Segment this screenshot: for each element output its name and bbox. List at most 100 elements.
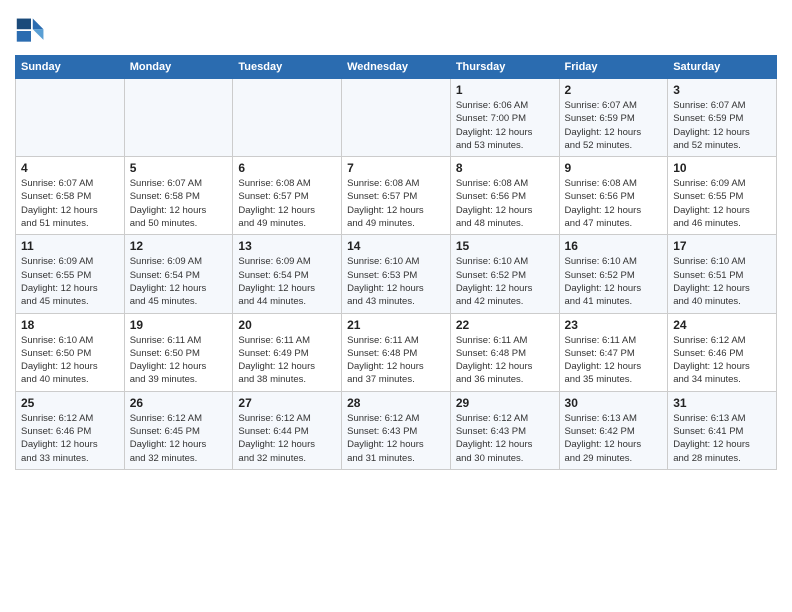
day-cell: 11 Sunrise: 6:09 AMSunset: 6:55 PMDayligh… xyxy=(16,235,125,313)
day-number: 8 xyxy=(456,161,554,175)
day-info: Sunrise: 6:12 AMSunset: 6:43 PMDaylight:… xyxy=(347,412,445,465)
week-row-4: 18Sunrise: 6:10 AMSunset: 6:50 PMDayligh… xyxy=(16,313,777,391)
day-number: 13 xyxy=(238,239,336,253)
week-row-5: 25 Sunrise: 6:12 AMSunset: 6:46 PMDayligh… xyxy=(16,391,777,469)
day-cell xyxy=(16,79,125,157)
day-info: Sunrise: 6:09 AMSunset: 6:54 PMDaylight:… xyxy=(130,255,228,308)
day-cell: 31 Sunrise: 6:13 AMSunset: 6:41 PMDayligh… xyxy=(668,391,777,469)
day-info: Sunrise: 6:13 AMSunset: 6:42 PMDaylight:… xyxy=(565,412,663,465)
day-number: 27 xyxy=(238,396,336,410)
day-info: Sunrise: 6:06 AMSunset: 7:00 PMDaylight:… xyxy=(456,99,554,152)
weekday-header-row: SundayMondayTuesdayWednesdayThursdayFrid… xyxy=(16,56,777,79)
day-info: Sunrise: 6:07 AMSunset: 6:59 PMDaylight:… xyxy=(673,99,771,152)
day-info: Sunrise: 6:09 AMSunset: 6:55 PMDaylight:… xyxy=(673,177,771,230)
day-cell: 3 Sunrise: 6:07 AMSunset: 6:59 PMDaylight… xyxy=(668,79,777,157)
day-cell: 19Sunrise: 6:11 AMSunset: 6:50 PMDayligh… xyxy=(124,313,233,391)
weekday-header-wednesday: Wednesday xyxy=(342,56,451,79)
day-number: 22 xyxy=(456,318,554,332)
day-info: Sunrise: 6:08 AMSunset: 6:57 PMDaylight:… xyxy=(347,177,445,230)
day-cell: 10 Sunrise: 6:09 AMSunset: 6:55 PMDayligh… xyxy=(668,157,777,235)
logo-icon xyxy=(15,15,47,47)
day-cell: 9 Sunrise: 6:08 AMSunset: 6:56 PMDaylight… xyxy=(559,157,668,235)
day-number: 26 xyxy=(130,396,228,410)
day-cell: 2Sunrise: 6:07 AMSunset: 6:59 PMDaylight… xyxy=(559,79,668,157)
day-number: 11 xyxy=(21,239,119,253)
header xyxy=(15,10,777,47)
day-number: 24 xyxy=(673,318,771,332)
day-info: Sunrise: 6:11 AMSunset: 6:47 PMDaylight:… xyxy=(565,334,663,387)
day-cell: 27 Sunrise: 6:12 AMSunset: 6:44 PMDayligh… xyxy=(233,391,342,469)
day-number: 5 xyxy=(130,161,228,175)
day-info: Sunrise: 6:13 AMSunset: 6:41 PMDaylight:… xyxy=(673,412,771,465)
day-cell: 4 Sunrise: 6:07 AMSunset: 6:58 PMDaylight… xyxy=(16,157,125,235)
day-cell: 22 Sunrise: 6:11 AMSunset: 6:48 PMDayligh… xyxy=(450,313,559,391)
day-cell: 5 Sunrise: 6:07 AMSunset: 6:58 PMDaylight… xyxy=(124,157,233,235)
day-info: Sunrise: 6:10 AMSunset: 6:53 PMDaylight:… xyxy=(347,255,445,308)
day-number: 1 xyxy=(456,83,554,97)
day-number: 18 xyxy=(21,318,119,332)
day-info: Sunrise: 6:12 AMSunset: 6:46 PMDaylight:… xyxy=(21,412,119,465)
day-number: 23 xyxy=(565,318,663,332)
day-info: Sunrise: 6:09 AMSunset: 6:54 PMDaylight:… xyxy=(238,255,336,308)
day-cell xyxy=(233,79,342,157)
weekday-header-monday: Monday xyxy=(124,56,233,79)
weekday-header-tuesday: Tuesday xyxy=(233,56,342,79)
day-cell: 20Sunrise: 6:11 AMSunset: 6:49 PMDayligh… xyxy=(233,313,342,391)
weekday-header-thursday: Thursday xyxy=(450,56,559,79)
day-cell: 12 Sunrise: 6:09 AMSunset: 6:54 PMDayligh… xyxy=(124,235,233,313)
day-cell: 24Sunrise: 6:12 AMSunset: 6:46 PMDayligh… xyxy=(668,313,777,391)
day-cell: 29 Sunrise: 6:12 AMSunset: 6:43 PMDayligh… xyxy=(450,391,559,469)
day-info: Sunrise: 6:11 AMSunset: 6:48 PMDaylight:… xyxy=(347,334,445,387)
day-info: Sunrise: 6:08 AMSunset: 6:56 PMDaylight:… xyxy=(456,177,554,230)
day-cell: 18Sunrise: 6:10 AMSunset: 6:50 PMDayligh… xyxy=(16,313,125,391)
day-number: 21 xyxy=(347,318,445,332)
day-info: Sunrise: 6:08 AMSunset: 6:57 PMDaylight:… xyxy=(238,177,336,230)
day-cell: 15 Sunrise: 6:10 AMSunset: 6:52 PMDayligh… xyxy=(450,235,559,313)
day-number: 28 xyxy=(347,396,445,410)
day-cell: 14Sunrise: 6:10 AMSunset: 6:53 PMDayligh… xyxy=(342,235,451,313)
day-info: Sunrise: 6:11 AMSunset: 6:49 PMDaylight:… xyxy=(238,334,336,387)
day-number: 4 xyxy=(21,161,119,175)
day-number: 17 xyxy=(673,239,771,253)
day-number: 12 xyxy=(130,239,228,253)
calendar-table: SundayMondayTuesdayWednesdayThursdayFrid… xyxy=(15,55,777,470)
day-info: Sunrise: 6:11 AMSunset: 6:48 PMDaylight:… xyxy=(456,334,554,387)
day-info: Sunrise: 6:12 AMSunset: 6:45 PMDaylight:… xyxy=(130,412,228,465)
weekday-header-friday: Friday xyxy=(559,56,668,79)
day-cell: 13 Sunrise: 6:09 AMSunset: 6:54 PMDayligh… xyxy=(233,235,342,313)
day-info: Sunrise: 6:07 AMSunset: 6:58 PMDaylight:… xyxy=(21,177,119,230)
day-info: Sunrise: 6:10 AMSunset: 6:52 PMDaylight:… xyxy=(456,255,554,308)
weekday-header-saturday: Saturday xyxy=(668,56,777,79)
day-info: Sunrise: 6:12 AMSunset: 6:43 PMDaylight:… xyxy=(456,412,554,465)
day-cell: 16Sunrise: 6:10 AMSunset: 6:52 PMDayligh… xyxy=(559,235,668,313)
day-info: Sunrise: 6:07 AMSunset: 6:58 PMDaylight:… xyxy=(130,177,228,230)
day-cell xyxy=(124,79,233,157)
week-row-2: 4 Sunrise: 6:07 AMSunset: 6:58 PMDaylight… xyxy=(16,157,777,235)
day-number: 30 xyxy=(565,396,663,410)
day-number: 29 xyxy=(456,396,554,410)
week-row-1: 1 Sunrise: 6:06 AMSunset: 7:00 PMDaylight… xyxy=(16,79,777,157)
day-cell xyxy=(342,79,451,157)
day-number: 2 xyxy=(565,83,663,97)
day-cell: 8 Sunrise: 6:08 AMSunset: 6:56 PMDaylight… xyxy=(450,157,559,235)
day-number: 6 xyxy=(238,161,336,175)
day-cell: 21 Sunrise: 6:11 AMSunset: 6:48 PMDayligh… xyxy=(342,313,451,391)
day-number: 31 xyxy=(673,396,771,410)
weekday-header-sunday: Sunday xyxy=(16,56,125,79)
day-info: Sunrise: 6:08 AMSunset: 6:56 PMDaylight:… xyxy=(565,177,663,230)
day-info: Sunrise: 6:11 AMSunset: 6:50 PMDaylight:… xyxy=(130,334,228,387)
day-cell: 28 Sunrise: 6:12 AMSunset: 6:43 PMDayligh… xyxy=(342,391,451,469)
day-cell: 25 Sunrise: 6:12 AMSunset: 6:46 PMDayligh… xyxy=(16,391,125,469)
day-info: Sunrise: 6:09 AMSunset: 6:55 PMDaylight:… xyxy=(21,255,119,308)
day-cell: 30 Sunrise: 6:13 AMSunset: 6:42 PMDayligh… xyxy=(559,391,668,469)
day-number: 9 xyxy=(565,161,663,175)
day-number: 3 xyxy=(673,83,771,97)
logo xyxy=(15,15,51,47)
week-row-3: 11 Sunrise: 6:09 AMSunset: 6:55 PMDayligh… xyxy=(16,235,777,313)
day-info: Sunrise: 6:10 AMSunset: 6:52 PMDaylight:… xyxy=(565,255,663,308)
day-info: Sunrise: 6:12 AMSunset: 6:44 PMDaylight:… xyxy=(238,412,336,465)
day-number: 10 xyxy=(673,161,771,175)
day-cell: 26 Sunrise: 6:12 AMSunset: 6:45 PMDayligh… xyxy=(124,391,233,469)
day-number: 15 xyxy=(456,239,554,253)
day-number: 25 xyxy=(21,396,119,410)
